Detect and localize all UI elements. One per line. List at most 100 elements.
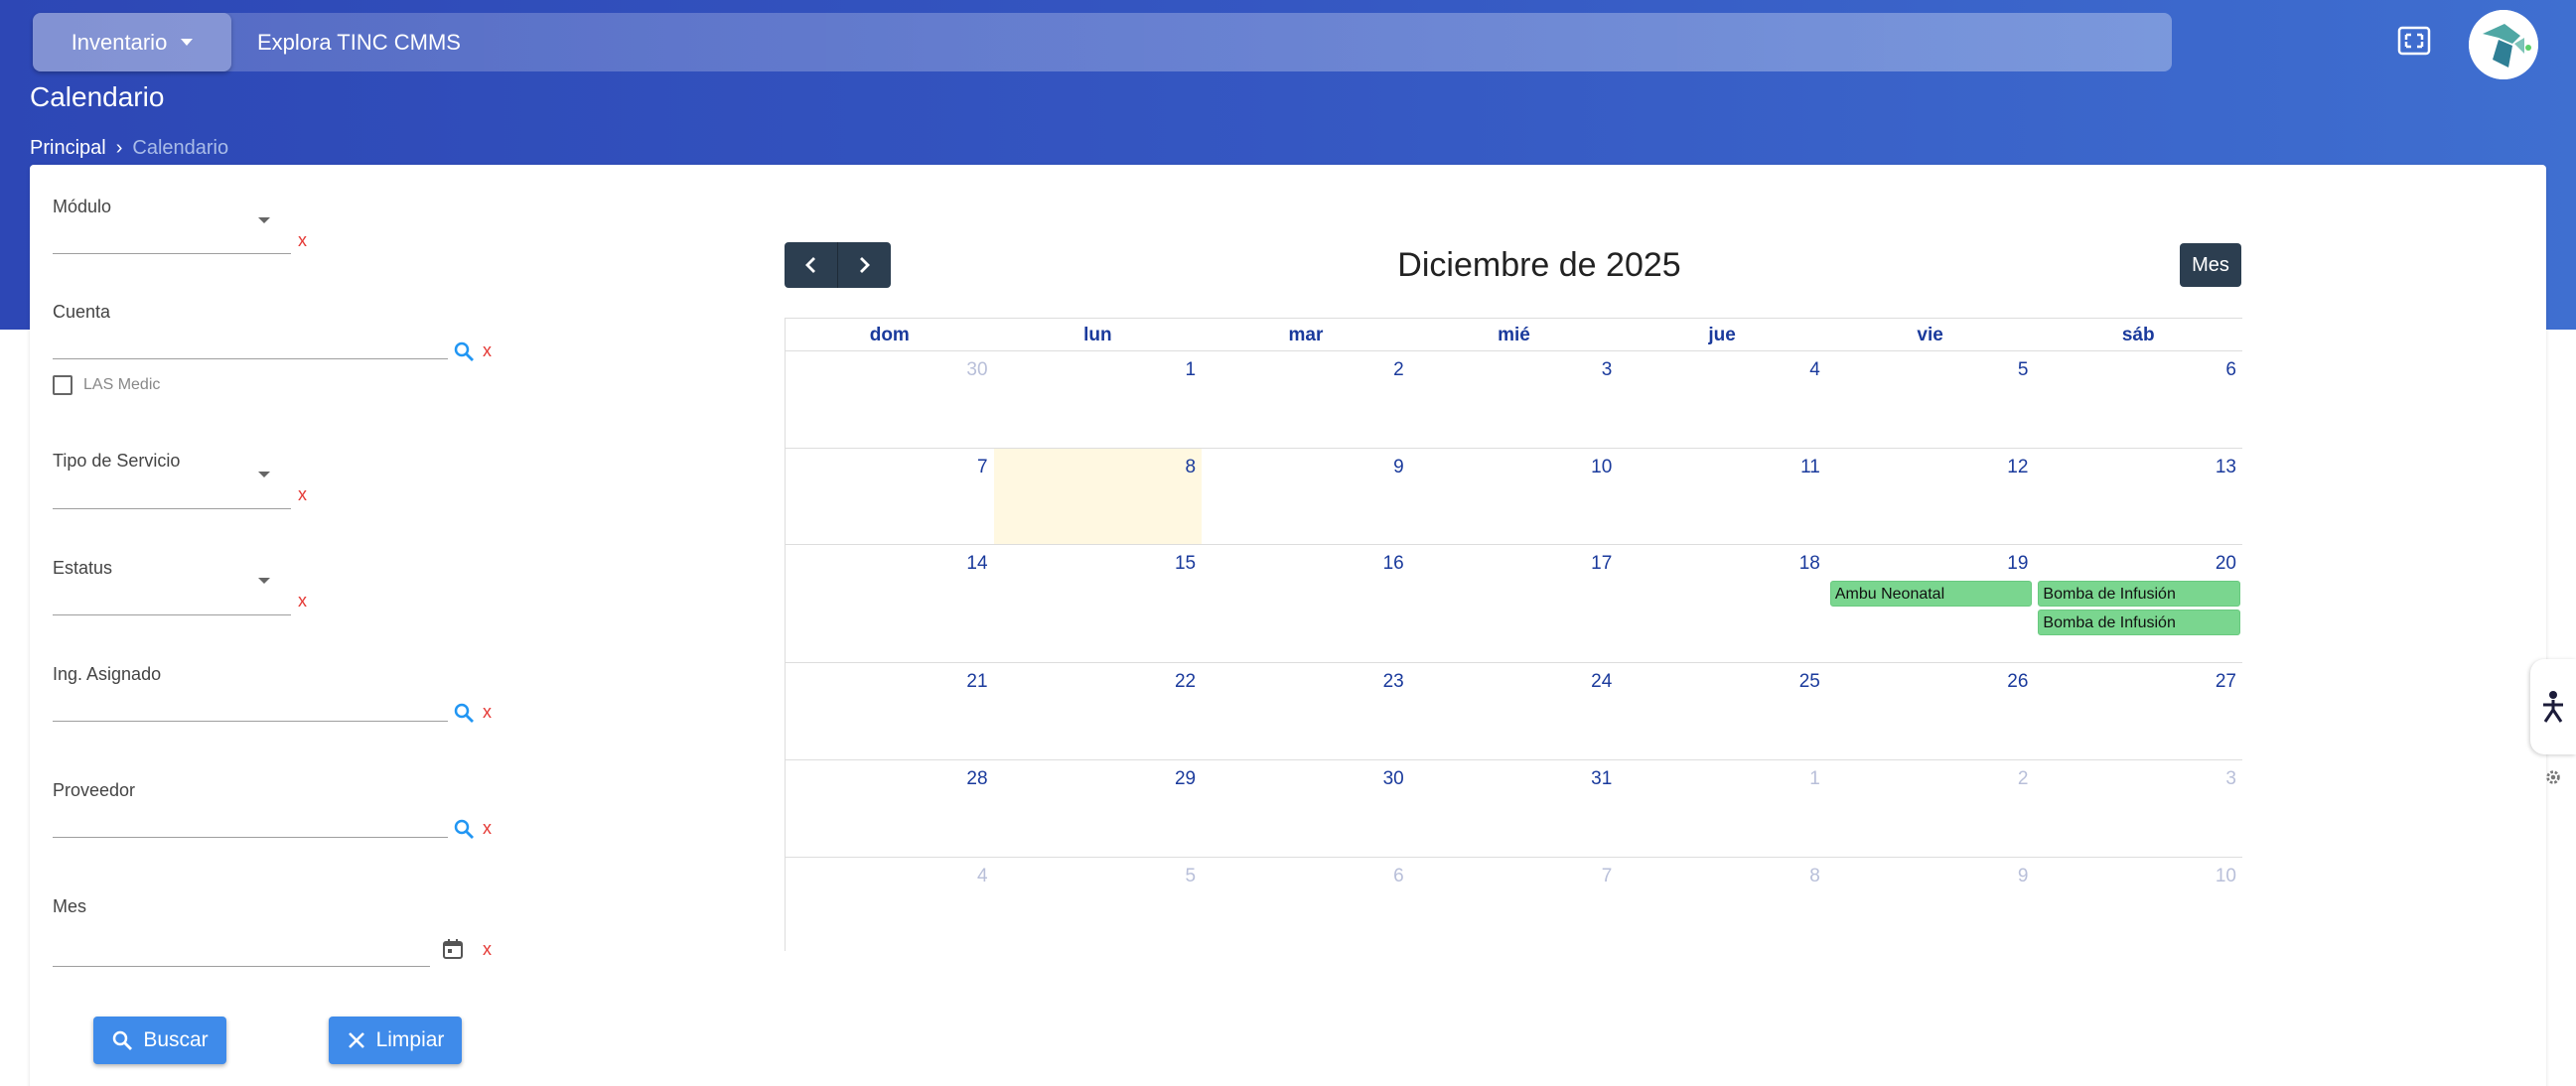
- day-number[interactable]: 7: [977, 457, 988, 478]
- calendar-event[interactable]: Bomba de Infusión: [2038, 610, 2240, 635]
- search-icon[interactable]: [453, 818, 475, 840]
- day-number[interactable]: 24: [1591, 671, 1612, 693]
- user-avatar[interactable]: [2469, 10, 2538, 79]
- day-number[interactable]: 9: [1393, 457, 1404, 478]
- calendar-day-cell[interactable]: 4: [786, 858, 994, 951]
- day-number[interactable]: 3: [2225, 768, 2236, 790]
- ing-asignado-input[interactable]: [53, 721, 448, 722]
- calendar-day-cell[interactable]: 4: [1618, 351, 1826, 448]
- calendar-day-cell[interactable]: 13: [2034, 449, 2242, 544]
- calendar-day-cell[interactable]: 5: [994, 858, 1203, 951]
- tipo-servicio-caret-icon[interactable]: [258, 472, 270, 477]
- day-number[interactable]: 31: [1591, 768, 1612, 790]
- day-number[interactable]: 25: [1799, 671, 1820, 693]
- day-number[interactable]: 12: [2007, 457, 2028, 478]
- day-number[interactable]: 3: [1602, 359, 1613, 381]
- day-number[interactable]: 18: [1799, 553, 1820, 575]
- tipo-servicio-clear-button[interactable]: x: [298, 484, 307, 505]
- gear-icon[interactable]: [2544, 768, 2562, 786]
- fullscreen-icon[interactable]: [2397, 26, 2431, 56]
- mes-clear-button[interactable]: x: [483, 939, 492, 960]
- proveedor-input[interactable]: [53, 837, 448, 838]
- module-selector-button[interactable]: Inventario: [33, 13, 231, 71]
- clear-button[interactable]: Limpiar: [329, 1017, 462, 1064]
- calendar-event[interactable]: Bomba de Infusión: [2038, 581, 2240, 607]
- calendar-day-cell[interactable]: 26: [1826, 663, 2035, 759]
- calendar-event[interactable]: Ambu Neonatal: [1829, 581, 2033, 607]
- day-number[interactable]: 5: [1186, 866, 1197, 887]
- day-number[interactable]: 16: [1383, 553, 1404, 575]
- explore-search-field[interactable]: Explora TINC CMMS: [257, 13, 461, 71]
- day-number[interactable]: 4: [977, 866, 988, 887]
- calendar-day-cell[interactable]: 2: [1826, 760, 2035, 857]
- estatus-select[interactable]: [53, 614, 291, 615]
- calendar-day-cell[interactable]: 7: [1410, 858, 1619, 951]
- day-number[interactable]: 9: [2018, 866, 2029, 887]
- day-number[interactable]: 8: [1809, 866, 1820, 887]
- calendar-day-cell[interactable]: 25: [1618, 663, 1826, 759]
- prev-month-button[interactable]: [785, 242, 837, 288]
- calendar-day-cell[interactable]: 16: [1202, 545, 1410, 662]
- calendar-day-cell[interactable]: 29: [994, 760, 1203, 857]
- day-number[interactable]: 23: [1383, 671, 1404, 693]
- calendar-day-cell[interactable]: 10: [2034, 858, 2242, 951]
- day-number[interactable]: 10: [2216, 866, 2236, 887]
- day-number[interactable]: 10: [1591, 457, 1612, 478]
- search-button[interactable]: Buscar: [93, 1017, 226, 1064]
- month-view-button[interactable]: Mes: [2180, 243, 2241, 287]
- calendar-day-cell[interactable]: 14: [786, 545, 994, 662]
- day-number[interactable]: 1: [1809, 768, 1820, 790]
- modulo-select[interactable]: [53, 253, 291, 254]
- day-number[interactable]: 1: [1186, 359, 1197, 381]
- tipo-servicio-select[interactable]: [53, 508, 291, 509]
- search-icon[interactable]: [453, 702, 475, 724]
- calendar-day-cell[interactable]: 3: [2034, 760, 2242, 857]
- calendar-day-cell[interactable]: 22: [994, 663, 1203, 759]
- calendar-day-cell[interactable]: 9: [1202, 449, 1410, 544]
- calendar-day-cell[interactable]: 2: [1202, 351, 1410, 448]
- calendar-day-cell-today[interactable]: 8: [993, 449, 1203, 544]
- day-number[interactable]: 19: [2007, 553, 2028, 575]
- calendar-day-cell[interactable]: 28: [786, 760, 994, 857]
- day-number[interactable]: 7: [1602, 866, 1613, 887]
- mes-input[interactable]: [53, 966, 430, 967]
- day-number[interactable]: 6: [1393, 866, 1404, 887]
- day-number[interactable]: 2: [1393, 359, 1404, 381]
- calendar-day-cell[interactable]: 18: [1618, 545, 1826, 662]
- day-number[interactable]: 26: [2007, 671, 2028, 693]
- calendar-day-cell[interactable]: 27: [2034, 663, 2242, 759]
- calendar-day-cell[interactable]: 3: [1410, 351, 1619, 448]
- cuenta-input[interactable]: [53, 358, 448, 359]
- day-number[interactable]: 30: [966, 359, 987, 381]
- estatus-clear-button[interactable]: x: [298, 591, 307, 611]
- calendar-day-cell[interactable]: 31: [1410, 760, 1619, 857]
- calendar-day-cell[interactable]: 6: [2034, 351, 2242, 448]
- calendar-icon[interactable]: [442, 938, 464, 960]
- calendar-day-cell[interactable]: 6: [1202, 858, 1410, 951]
- calendar-day-cell[interactable]: 7: [786, 449, 994, 544]
- day-number[interactable]: 28: [966, 768, 987, 790]
- day-number[interactable]: 17: [1591, 553, 1612, 575]
- search-icon[interactable]: [453, 340, 475, 362]
- calendar-day-cell[interactable]: 17: [1410, 545, 1619, 662]
- modulo-clear-button[interactable]: x: [298, 230, 307, 251]
- day-number[interactable]: 30: [1383, 768, 1404, 790]
- day-number[interactable]: 21: [966, 671, 987, 693]
- day-number[interactable]: 8: [1186, 457, 1197, 478]
- day-number[interactable]: 5: [2018, 359, 2029, 381]
- day-number[interactable]: 11: [1800, 457, 1820, 478]
- day-number[interactable]: 4: [1809, 359, 1820, 381]
- ing-asignado-clear-button[interactable]: x: [483, 702, 492, 723]
- calendar-day-cell[interactable]: 30: [1202, 760, 1410, 857]
- day-number[interactable]: 20: [2216, 553, 2236, 575]
- calendar-day-cell[interactable]: 5: [1826, 351, 2035, 448]
- calendar-day-cell[interactable]: 1: [1618, 760, 1826, 857]
- day-number[interactable]: 27: [2216, 671, 2236, 693]
- day-number[interactable]: 13: [2216, 457, 2236, 478]
- next-month-button[interactable]: [837, 242, 890, 288]
- day-number[interactable]: 6: [2225, 359, 2236, 381]
- calendar-day-cell[interactable]: 24: [1410, 663, 1619, 759]
- calendar-day-cell[interactable]: 1: [994, 351, 1203, 448]
- calendar-day-cell[interactable]: 21: [786, 663, 994, 759]
- calendar-day-cell[interactable]: 8: [1618, 858, 1826, 951]
